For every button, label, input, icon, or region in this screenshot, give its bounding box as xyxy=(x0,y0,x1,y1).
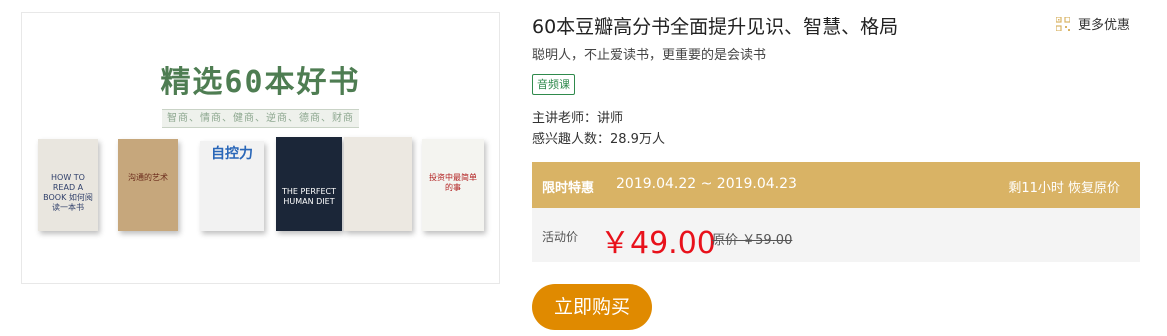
offer-dates: 2019.04.22 ~ 2019.04.23 xyxy=(616,176,797,192)
cover-subtitle: 智商、情商、健商、逆商、德商、财商 xyxy=(162,109,359,128)
interest-count: 感兴趣人数：28.9万人 xyxy=(532,132,665,147)
offer-countdown: 剩11小时 恢复原价 xyxy=(1008,181,1120,196)
qr-code-icon xyxy=(1056,16,1070,31)
limited-offer-label: 限时特惠 xyxy=(542,181,595,196)
book-cover-3: 自控力 xyxy=(200,141,264,231)
book-cover-1: HOW TO READ A BOOK 如何阅读一本书 xyxy=(38,139,98,231)
book-row: HOW TO READ A BOOK 如何阅读一本书 沟通的艺术 自控力 THE… xyxy=(38,133,488,239)
course-subtitle: 聪明人，不止爱读书，更重要的是会读书 xyxy=(532,48,767,63)
limited-offer-bar: 限时特惠 2019.04.22 ~ 2019.04.23 剩11小时 恢复原价 xyxy=(532,162,1140,208)
cover-title: 精选60本好书 xyxy=(160,65,361,100)
course-title: 60本豆瓣高分书全面提升见识、智慧、格局 xyxy=(532,16,899,38)
activity-price: ￥49.00 xyxy=(600,226,716,261)
price-box: 活动价 ￥49.00 原价 ￥59.00 xyxy=(532,208,1140,262)
audio-course-badge: 音频课 xyxy=(532,74,575,95)
book-cover-5 xyxy=(344,137,412,231)
activity-price-label: 活动价 xyxy=(542,230,579,244)
book-label-6: 投资中最简单的事 xyxy=(429,173,477,192)
book-label-1: HOW TO READ A BOOK 如何阅读一本书 xyxy=(43,173,93,212)
more-offers-label: 更多优惠 xyxy=(1078,18,1131,33)
book-cover-6: 投资中最简单的事 xyxy=(422,139,484,231)
book-cover-2: 沟通的艺术 xyxy=(118,139,178,231)
book-cover-4: THE PERFECT HUMAN DIET xyxy=(276,137,342,231)
course-cover-image: 精选60本好书 智商、情商、健商、逆商、德商、财商 HOW TO READ A … xyxy=(21,12,500,284)
book-label-4: THE PERFECT HUMAN DIET xyxy=(281,187,337,206)
original-price: 原价 ￥59.00 xyxy=(712,233,793,248)
book-label-2: 沟通的艺术 xyxy=(128,173,168,182)
buy-now-button[interactable]: 立即购买 xyxy=(532,284,652,330)
more-offers-link[interactable]: 更多优惠 xyxy=(1056,14,1130,33)
book-label-3: 自控力 xyxy=(211,146,253,162)
teacher-info: 主讲老师：讲师 xyxy=(532,111,624,126)
